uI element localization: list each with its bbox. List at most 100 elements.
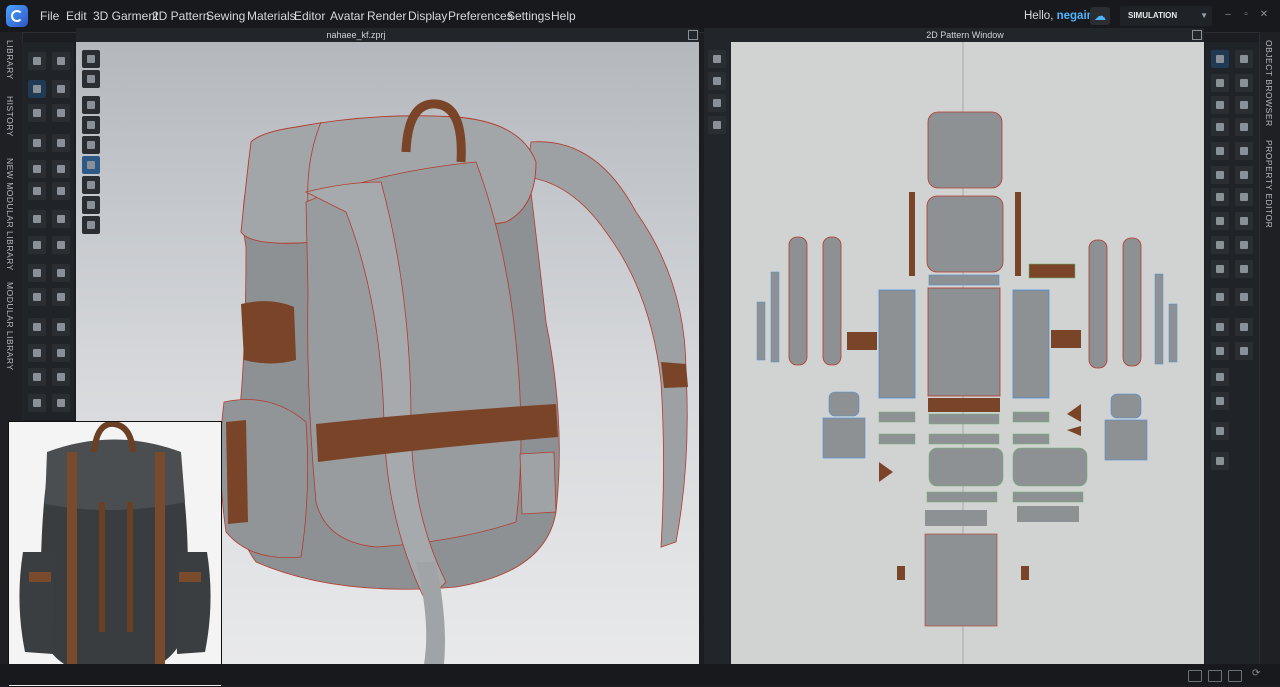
snapshot-tool-icon[interactable] — [28, 368, 46, 386]
fabric-tool-icon[interactable] — [28, 288, 46, 306]
edit-point-icon[interactable] — [28, 104, 46, 122]
reference-photo — [8, 421, 222, 687]
trim-tool-icon[interactable] — [28, 236, 46, 254]
maximize-icon[interactable]: ▫ — [1240, 9, 1252, 21]
menu-file[interactable]: File — [40, 0, 59, 32]
piping-tool-icon[interactable] — [52, 210, 70, 228]
notch-tool-icon[interactable] — [1235, 142, 1253, 160]
layer-tool-icon[interactable] — [52, 394, 70, 412]
offset-tool-icon[interactable] — [1211, 166, 1229, 184]
display-fabric-icon[interactable] — [82, 156, 100, 174]
curve-point-icon[interactable] — [1235, 96, 1253, 114]
pattern-grid-icon[interactable] — [708, 94, 726, 112]
3d-window-title: nahaee_kf.zprj — [326, 30, 386, 40]
puckering-tool-icon[interactable] — [52, 318, 70, 336]
display-light-icon[interactable] — [82, 196, 100, 214]
tab-history[interactable]: HISTORY — [5, 96, 15, 137]
backpack-reference-image — [9, 422, 221, 686]
pattern-group-icon[interactable] — [28, 394, 46, 412]
pattern-edit-icon[interactable] — [1211, 50, 1229, 68]
free-sew-2d-icon[interactable] — [1235, 212, 1253, 230]
sew-tool-icon[interactable] — [28, 160, 46, 178]
edit-curve-icon[interactable] — [52, 104, 70, 122]
free-sew-icon[interactable] — [52, 160, 70, 178]
grid-tool-icon[interactable] — [1235, 342, 1253, 360]
transform-tool-icon[interactable] — [28, 80, 46, 98]
rectangle-tool-icon[interactable] — [1211, 74, 1229, 92]
mode-selector[interactable]: SIMULATION ▼ — [1120, 6, 1212, 26]
pattern-layout-icon[interactable] — [708, 72, 726, 90]
ellipse-tool-icon[interactable] — [1235, 74, 1253, 92]
ruler-tool-icon[interactable] — [1211, 342, 1229, 360]
property-toolbar — [1205, 42, 1259, 664]
tack-tool-icon[interactable] — [52, 134, 70, 152]
avatar-tool-icon[interactable] — [52, 264, 70, 282]
display-avatar-icon[interactable] — [82, 50, 100, 68]
topstitch-tool-icon[interactable] — [52, 236, 70, 254]
display-pin-icon[interactable] — [82, 176, 100, 194]
grading-tool-icon[interactable] — [1235, 288, 1253, 306]
pattern-symmetry-icon[interactable] — [708, 116, 726, 134]
layout-single-icon[interactable] — [1188, 670, 1202, 682]
tab-library[interactable]: LIBRARY — [5, 40, 15, 80]
camera-tool-icon[interactable] — [1211, 288, 1229, 306]
tab-object-browser[interactable]: OBJECT BROWSER — [1264, 40, 1274, 127]
elastic-tool-icon[interactable] — [1235, 236, 1253, 254]
pin-tool-icon[interactable] — [52, 80, 70, 98]
cloud-sync-icon[interactable]: ☁ — [1090, 7, 1110, 25]
slash-tool-icon[interactable] — [1235, 166, 1253, 184]
display-texture-icon[interactable] — [82, 96, 100, 114]
tab-modular-library[interactable]: MODULAR LIBRARY — [5, 282, 15, 371]
pattern-point-icon[interactable] — [1235, 50, 1253, 68]
clo-logo-icon[interactable] — [6, 5, 28, 27]
polygon-tool-icon[interactable] — [1211, 96, 1229, 114]
pattern-view-icon[interactable] — [708, 50, 726, 68]
display-sphere-icon[interactable] — [82, 216, 100, 234]
tab-property-editor[interactable]: PROPERTY EDITOR — [1264, 140, 1274, 228]
graphic-tool-icon[interactable] — [28, 318, 46, 336]
lock-tool-icon[interactable] — [52, 344, 70, 362]
render-tool-icon[interactable] — [52, 368, 70, 386]
avatar-2d-icon[interactable] — [1235, 318, 1253, 336]
layout-grid-icon[interactable] — [1228, 670, 1242, 682]
2d-window-title: 2D Pattern Window — [926, 30, 1004, 40]
internal-line-icon[interactable] — [1211, 118, 1229, 136]
annotation-tool-icon[interactable] — [1211, 452, 1229, 470]
fold-2d-icon[interactable] — [1211, 260, 1229, 278]
buttonhole-tool-icon[interactable] — [52, 182, 70, 200]
texture-tool-icon[interactable] — [52, 288, 70, 306]
expand-2d-icon[interactable] — [1192, 30, 1202, 40]
seam-allowance-icon[interactable] — [1235, 188, 1253, 206]
measure-tool-icon[interactable] — [28, 264, 46, 282]
right-dock-tabs — [1259, 32, 1280, 685]
fold-tool-icon[interactable] — [28, 134, 46, 152]
select-tool-icon[interactable] — [28, 52, 46, 70]
barcode-tool-icon[interactable] — [1211, 422, 1229, 440]
expand-3d-icon[interactable] — [688, 30, 698, 40]
greeting-text: Hello, — [1024, 10, 1054, 22]
refresh-icon[interactable]: ⟳ — [1252, 668, 1260, 679]
display-seam-icon[interactable] — [82, 136, 100, 154]
minimize-icon[interactable]: – — [1222, 9, 1234, 21]
text-tool-icon[interactable] — [1211, 368, 1229, 386]
2d-pattern-canvas[interactable] — [731, 42, 1204, 664]
symmetry-tool-icon[interactable] — [1211, 318, 1229, 336]
display-mesh-icon[interactable] — [82, 116, 100, 134]
2d-side-tools — [707, 50, 727, 140]
text-size-icon[interactable] — [1211, 392, 1229, 410]
dart-tool-icon[interactable] — [1235, 118, 1253, 136]
user-name[interactable]: negain — [1057, 10, 1094, 22]
zipper-tool-icon[interactable] — [28, 210, 46, 228]
cut-tool-icon[interactable] — [1211, 236, 1229, 254]
layout-split-icon[interactable] — [1208, 670, 1222, 682]
pleat-tool-icon[interactable] — [1211, 142, 1229, 160]
measure-2d-icon[interactable] — [1235, 260, 1253, 278]
tab-new-modular-library[interactable]: NEW MODULAR LIBRARY — [5, 158, 15, 271]
display-garment-icon[interactable] — [82, 70, 100, 88]
move-tool-icon[interactable] — [52, 52, 70, 70]
segment-sew-icon[interactable] — [1211, 212, 1229, 230]
close-icon[interactable]: ✕ — [1258, 9, 1270, 21]
trace-tool-icon[interactable] — [1211, 188, 1229, 206]
hide-tool-icon[interactable] — [28, 344, 46, 362]
button-tool-icon[interactable] — [28, 182, 46, 200]
